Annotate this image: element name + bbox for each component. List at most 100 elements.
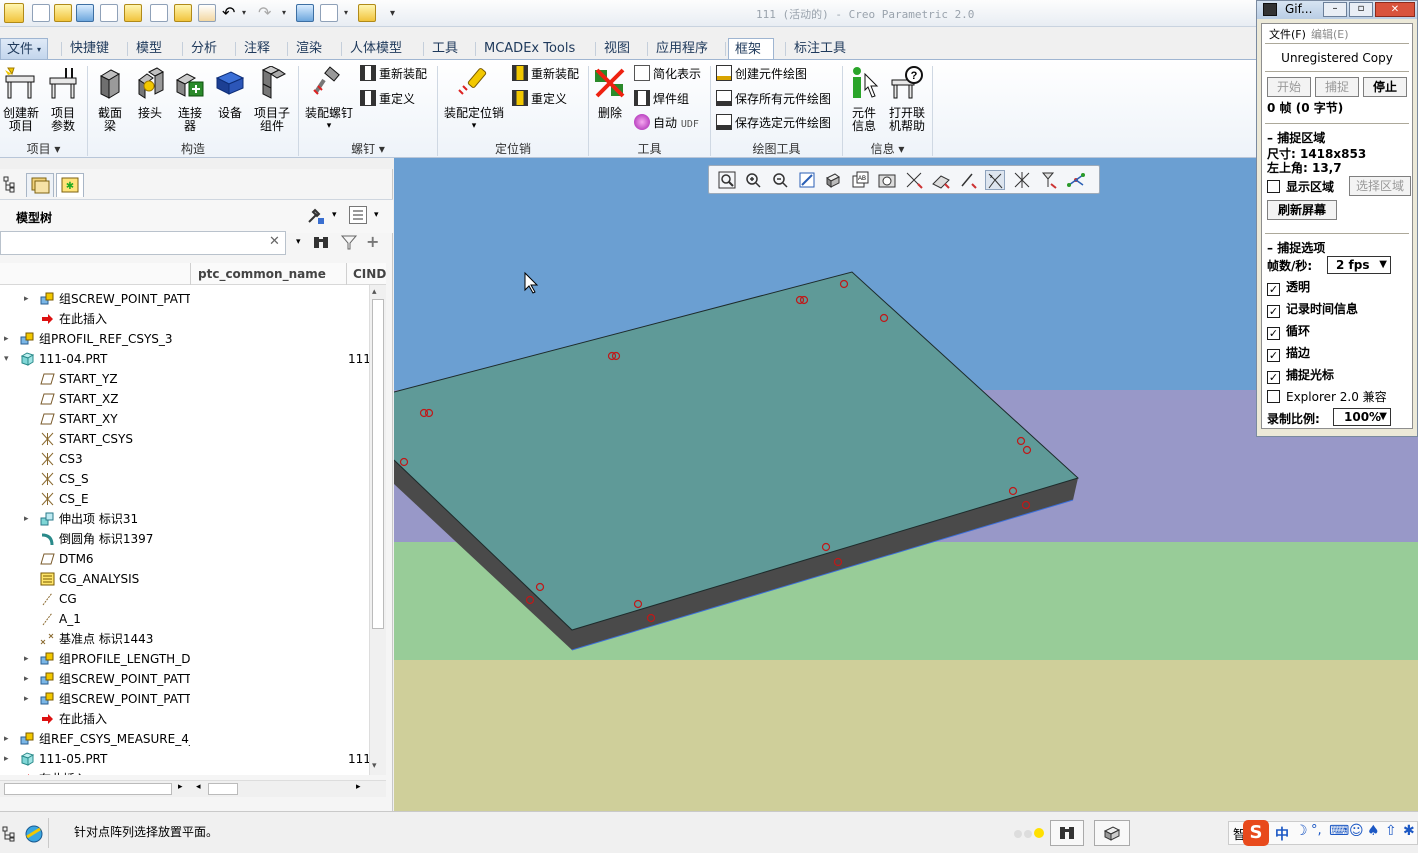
display-style-icon[interactable] — [823, 170, 843, 190]
column-ptc-common-name[interactable]: ptc_common_name — [198, 267, 326, 281]
refit-icon[interactable] — [717, 170, 737, 190]
gif-explorer-checkbox[interactable]: Explorer 2.0 兼容 — [1267, 388, 1387, 405]
gif-menu-edit[interactable]: 编辑(E) — [1311, 26, 1349, 42]
tree-row[interactable]: DTM6 — [0, 549, 370, 569]
tab-4[interactable]: 注释 — [238, 38, 280, 60]
gif-outline-checkbox[interactable]: ✓ 描边 — [1267, 344, 1310, 362]
assemble-screw-button[interactable]: 装配螺钉 ▾ — [302, 66, 356, 133]
group-label-info[interactable]: 信息 ▾ — [843, 140, 932, 158]
window-icon[interactable] — [174, 4, 192, 22]
tree-row[interactable]: CS3 — [0, 449, 370, 469]
tree-toggle-icon[interactable] — [2, 826, 18, 842]
project-subassembly-button[interactable]: 项目子 组件 — [250, 65, 294, 133]
tree-row[interactable]: CG — [0, 589, 370, 609]
tab-11[interactable]: 框架 — [728, 38, 774, 60]
filter-icon[interactable] — [340, 233, 358, 251]
tree-row[interactable]: ▸ 组PROFILE_LENGTH_DI — [0, 649, 370, 669]
hscroll-thumb-left[interactable] — [4, 783, 172, 795]
saved-views-icon[interactable]: AB — [850, 170, 870, 190]
hscroll-thumb-right[interactable] — [208, 783, 238, 795]
zoom-in-icon[interactable] — [743, 170, 763, 190]
gif-record-time-checkbox[interactable]: ✓ 记录时间信息 — [1267, 300, 1358, 318]
tree-row[interactable]: ▸ 111-05.PRT 111 — [0, 749, 370, 769]
clear-search-icon[interactable]: ✕ — [269, 234, 280, 249]
create-component-drawing-button[interactable]: 创建元件绘图 — [716, 65, 807, 83]
save-all-drawings-button[interactable]: 保存所有元件绘图 — [716, 90, 831, 108]
save-icon[interactable] — [76, 4, 94, 22]
weld-group-button[interactable]: 焊件组 — [634, 90, 689, 108]
tab-8[interactable]: MCADEx Tools — [478, 38, 588, 60]
tree-row[interactable]: CS_S — [0, 469, 370, 489]
undo-icon[interactable]: ↶ — [222, 3, 235, 22]
emoji-icon[interactable]: ☺ — [1349, 823, 1364, 839]
close-button[interactable]: ✕ — [1375, 2, 1415, 17]
selection-filter-button[interactable] — [1094, 820, 1130, 846]
tab-10[interactable]: 应用程序 — [650, 38, 722, 60]
tree-row[interactable]: 在此插入 — [0, 309, 370, 329]
assemble-screw-dropdown-icon[interactable]: ▾ — [302, 120, 356, 133]
tree-row[interactable]: ▸ 伸出项 标识31 — [0, 509, 370, 529]
show-columns-icon[interactable] — [349, 206, 367, 224]
find-button[interactable] — [1050, 820, 1084, 846]
group-label-screw[interactable]: 螺钉 ▾ — [299, 140, 437, 158]
tree-search-input[interactable]: ✕ — [0, 231, 286, 255]
zoom-out-icon[interactable] — [770, 170, 790, 190]
open-file-icon[interactable] — [54, 4, 72, 22]
open-online-help-button[interactable]: ? 打开联 机帮助 — [886, 66, 928, 133]
punctuation-icon[interactable]: °, — [1311, 823, 1322, 838]
scroll-down-icon[interactable]: ▾ — [372, 761, 377, 771]
close-window-icon[interactable] — [358, 4, 376, 22]
equipment-button[interactable]: 设备 — [212, 66, 248, 120]
regenerate-icon[interactable] — [150, 4, 168, 22]
tab-6[interactable]: 人体模型 — [344, 38, 418, 60]
gif-menu-file[interactable]: 文件(F) — [1269, 26, 1306, 42]
add-icon[interactable]: + — [366, 232, 379, 251]
save-as-icon[interactable] — [100, 4, 118, 22]
expand-icon[interactable]: ▸ — [24, 689, 34, 709]
plane-display-icon[interactable] — [904, 170, 924, 190]
browser-toggle-icon[interactable] — [24, 824, 44, 844]
gif-stop-button[interactable]: 停止 — [1363, 77, 1407, 97]
tab-12[interactable]: 标注工具 — [788, 38, 860, 60]
new-file-icon[interactable] — [32, 4, 50, 22]
gif-capture-cursor-checkbox[interactable]: ✓ 捕捉光标 — [1267, 366, 1334, 384]
tree-row[interactable]: ▸ 组SCREW_POINT_PATT — [0, 689, 370, 709]
screw-redefine-button[interactable]: 重定义 — [360, 90, 415, 108]
expand-icon[interactable]: ▸ — [4, 329, 14, 349]
keyboard-icon[interactable]: ⌨ — [1329, 823, 1349, 839]
dowel-redefine-button[interactable]: 重定义 — [512, 90, 567, 108]
tree-row[interactable]: 在此插入 — [0, 769, 370, 775]
tree-row[interactable]: ▸ 组SCREW_POINT_PATT — [0, 669, 370, 689]
csys-display-icon[interactable]: x — [985, 170, 1005, 190]
gif-capture-button[interactable]: 捕捉 — [1315, 77, 1359, 97]
dowel-reassemble-button[interactable]: 重新装配 — [512, 65, 579, 83]
expand-icon[interactable]: ▸ — [24, 289, 34, 309]
tree-row[interactable]: ▾ 111-04.PRT 111 — [0, 349, 370, 369]
expand-icon[interactable]: ▸ — [4, 729, 14, 749]
tree-row[interactable]: ▸ 组PROFIL_REF_CSYS_3 — [0, 329, 370, 349]
script-icon[interactable] — [198, 4, 216, 22]
gif-refresh-button[interactable]: 刷新屏幕 — [1267, 200, 1337, 220]
folder-browser-tab[interactable] — [26, 173, 54, 197]
tree-row[interactable]: START_CSYS — [0, 429, 370, 449]
scroll-right-icon[interactable]: ▸ — [178, 782, 183, 792]
tab-2[interactable]: 模型 — [130, 38, 174, 60]
tab-5[interactable]: 渲染 — [290, 38, 334, 60]
windows-icon[interactable] — [320, 4, 338, 22]
tree-row[interactable]: CG_ANALYSIS — [0, 569, 370, 589]
search-dropdown-icon[interactable]: ▾ — [296, 237, 301, 247]
minimize-button[interactable]: – — [1323, 2, 1347, 17]
connector-button[interactable]: 连接 器 — [172, 66, 208, 133]
regen-model-icon[interactable] — [296, 4, 314, 22]
gif-window-titlebar[interactable]: Gif... – ▫ ✕ — [1257, 1, 1417, 19]
gif-select-area-button[interactable]: 选择区域 — [1349, 176, 1411, 196]
save-selected-drawings-button[interactable]: 保存选定元件绘图 — [716, 114, 831, 132]
tree-row[interactable]: 在此插入 — [0, 709, 370, 729]
screw-reassemble-button[interactable]: 重新装配 — [360, 65, 427, 83]
tab-0[interactable]: 文件 ▾ — [0, 38, 48, 60]
expand-icon[interactable]: ▸ — [4, 749, 14, 769]
create-new-project-button[interactable]: 创建新 项目 — [2, 66, 40, 133]
customize-qat-icon[interactable]: ▾ — [390, 8, 395, 19]
tree-row[interactable]: 基准点 标识1443 — [0, 629, 370, 649]
tab-9[interactable]: 视图 — [598, 38, 640, 60]
